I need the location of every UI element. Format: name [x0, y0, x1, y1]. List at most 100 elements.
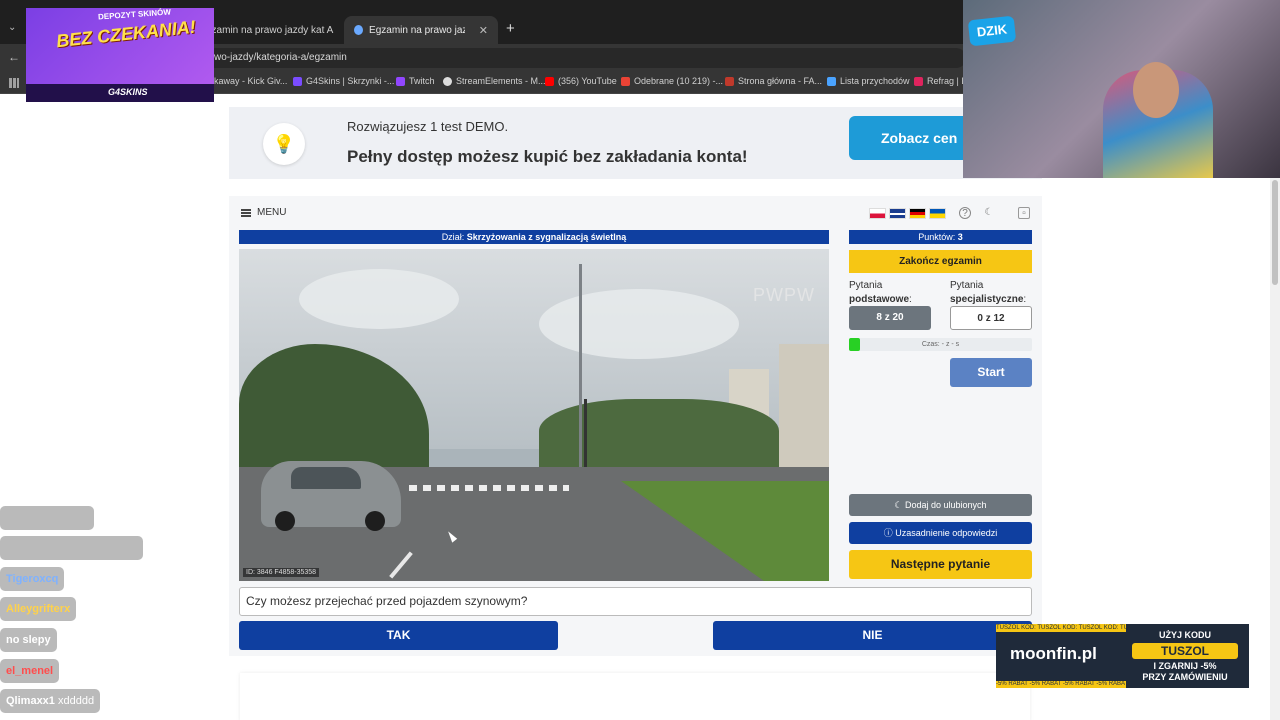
german-flag-icon[interactable]	[909, 208, 926, 219]
video-building	[779, 344, 829, 469]
points-bar: Punktów: 3	[849, 230, 1032, 244]
video-wheel	[275, 511, 295, 531]
points-value: 3	[957, 232, 963, 242]
apps-grid-icon[interactable]	[9, 78, 19, 88]
stream-chat: Tigeroxcq Alleygrifterx no slepy el_mene…	[0, 470, 150, 720]
justification-button[interactable]: ⓘ Uzasadnienie odpowiedzi	[849, 522, 1032, 544]
basic-label-line1: Pytania	[849, 280, 883, 291]
chat-message: Alleygrifterx	[0, 597, 77, 621]
question-text: Czy możesz przejechać przed pojazdem szy…	[239, 587, 1032, 616]
lightbulb-icon: 💡	[263, 123, 305, 165]
basic-questions-label: Pytania podstawowe:	[849, 280, 912, 305]
url-input[interactable]: wo-jazdy/kategoria-a/egzamin	[206, 48, 966, 68]
special-questions-label: Pytania specjalistyczne:	[950, 280, 1027, 305]
video-cloud	[539, 289, 739, 359]
chat-message	[0, 506, 94, 530]
twitch-icon	[396, 76, 405, 86]
bookmark-item[interactable]: Refrag | D	[914, 76, 968, 86]
polish-flag-icon[interactable]	[869, 208, 886, 219]
question-video[interactable]: PWPW ID: 3846 F4858-35358	[239, 249, 829, 581]
banner-text: Rozwiązujesz 1 test DEMO.	[347, 119, 509, 134]
bookmark-label: Twitch	[409, 76, 435, 86]
chat-username: Tigeroxcq	[6, 573, 59, 585]
video-cloud	[299, 269, 459, 329]
youtube-icon	[545, 76, 554, 86]
chat-text: xddddd	[57, 695, 95, 707]
answer-no-button[interactable]: NIE	[713, 621, 1032, 650]
moonfin-logo: moonfin.pl	[1010, 644, 1097, 663]
g4-logo: G4SKINS	[108, 87, 148, 97]
video-watermark: PWPW	[753, 285, 815, 305]
english-flag-icon[interactable]	[889, 208, 906, 219]
help-icon[interactable]: ?	[959, 207, 971, 219]
bookmark-item[interactable]: Odebrane (10 219) -...	[621, 76, 723, 86]
moonfin-promo: UŻYJ KODU TUSZOL I ZGARNIJ -5% PRZY ZAMÓ…	[1126, 630, 1244, 683]
below-card	[240, 673, 1030, 720]
bookmark-label: Lista przychodów	[840, 76, 910, 86]
start-button[interactable]: Start	[950, 358, 1032, 387]
special-label-line2: specjalistyczne	[950, 294, 1024, 305]
chat-message	[0, 536, 143, 560]
dzik-logo: DZIK	[967, 15, 1017, 47]
bookmark-item[interactable]: Twitch	[396, 76, 435, 86]
bookmark-item[interactable]: kaway - Kick Giv...	[214, 76, 287, 86]
basic-label-line2: podstawowe	[849, 294, 910, 305]
new-tab-button[interactable]: +	[506, 20, 515, 37]
page-scrollbar[interactable]	[1270, 178, 1280, 720]
video-crosswalk	[409, 485, 569, 491]
moonfin-line3: PRZY ZAMÓWIENIU	[1142, 672, 1228, 682]
tab-list-chevron-icon[interactable]: ⌄	[8, 22, 16, 33]
bookmark-label: (356) YouTube	[558, 76, 617, 86]
tab-title: gzamin na prawo jazdy kat A	[206, 24, 334, 36]
back-arrow-icon[interactable]: ←	[8, 50, 20, 64]
next-question-button[interactable]: Następne pytanie	[849, 550, 1032, 579]
timer-text: Czas: - z - s	[921, 341, 960, 348]
bookmark-label: G4Skins | Skrzynki -...	[306, 76, 395, 86]
bookmark-icon: ☾	[894, 500, 905, 510]
finish-exam-button[interactable]: Zakończ egzamin	[849, 250, 1032, 273]
add-favorite-button[interactable]: ☾ Dodaj do ulubionych	[849, 494, 1032, 516]
chat-message: Qlimaxx1 xddddd	[0, 689, 101, 713]
hamburger-icon	[241, 208, 251, 217]
bookmark-icon[interactable]: ☾	[983, 207, 995, 219]
bookmark-item[interactable]: StreamElements - M...	[443, 76, 546, 86]
moonfin-line1: UŻYJ KODU	[1158, 630, 1211, 640]
chat-message: no slepy	[0, 628, 57, 652]
streamer-head	[1133, 62, 1179, 118]
video-lamp-pole	[579, 264, 582, 489]
category-name: Skrzyżowania z sygnalizacją świetlną	[466, 232, 627, 242]
category-bar: Dział: Skrzyżowania z sygnalizacją świet…	[239, 230, 829, 244]
moonfin-code: TUSZOL	[1132, 643, 1238, 659]
bookmark-item[interactable]: G4Skins | Skrzynki -...	[293, 76, 394, 86]
timer-bar: Czas: - z - s	[849, 338, 1032, 351]
ukrainian-flag-icon[interactable]	[929, 208, 946, 219]
g4skins-overlay: DEPOZYT SKINÓW BEZ CZEKANIA! G4SKINS	[26, 8, 214, 102]
video-car	[261, 461, 401, 531]
menu-button[interactable]: MENU	[241, 207, 286, 218]
special-questions-count: 0 z 12	[950, 306, 1032, 330]
chat-text: no slepy	[6, 634, 51, 646]
chat-username: el_menel	[6, 665, 54, 677]
site-favicon-icon	[354, 25, 364, 35]
timer-progress-fill	[849, 338, 860, 351]
moonfin-ad[interactable]: TUSZOL KOD: TUSZOL KOD: TUSZOL KOD: TUSZ…	[996, 624, 1249, 688]
banner-headline: Pełny dostęp możesz kupić bez zakładania…	[347, 147, 748, 166]
justification-label: Uzasadnienie odpowiedzi	[895, 528, 998, 538]
bookmark-label: Strona główna - FA...	[738, 76, 823, 86]
bookmark-item[interactable]: (356) YouTube	[545, 76, 617, 86]
close-tab-icon[interactable]: ✕	[479, 24, 488, 37]
bookmark-label: Odebrane (10 219) -...	[634, 76, 724, 86]
bookmark-label: kaway - Kick Giv...	[214, 76, 288, 86]
language-flags	[869, 208, 946, 219]
bookmark-item[interactable]: Strona główna - FA...	[725, 76, 822, 86]
bookmark-label: StreamElements - M...	[456, 76, 546, 86]
video-wheel	[365, 511, 385, 531]
save-icon[interactable]: ▫	[1018, 207, 1030, 219]
bookmark-item[interactable]: Lista przychodów	[827, 76, 910, 86]
moonfin-line2: I ZGARNIJ -5%	[1153, 661, 1217, 671]
add-favorite-label: Dodaj do ulubionych	[905, 500, 987, 510]
browser-tab[interactable]: gzamin na prawo jazdy kat A ✕	[196, 16, 357, 44]
scrollbar-thumb[interactable]	[1272, 180, 1278, 285]
answer-yes-button[interactable]: TAK	[239, 621, 558, 650]
browser-tab-active[interactable]: Egzamin na prawo jazdy kat B ✕	[344, 16, 498, 44]
